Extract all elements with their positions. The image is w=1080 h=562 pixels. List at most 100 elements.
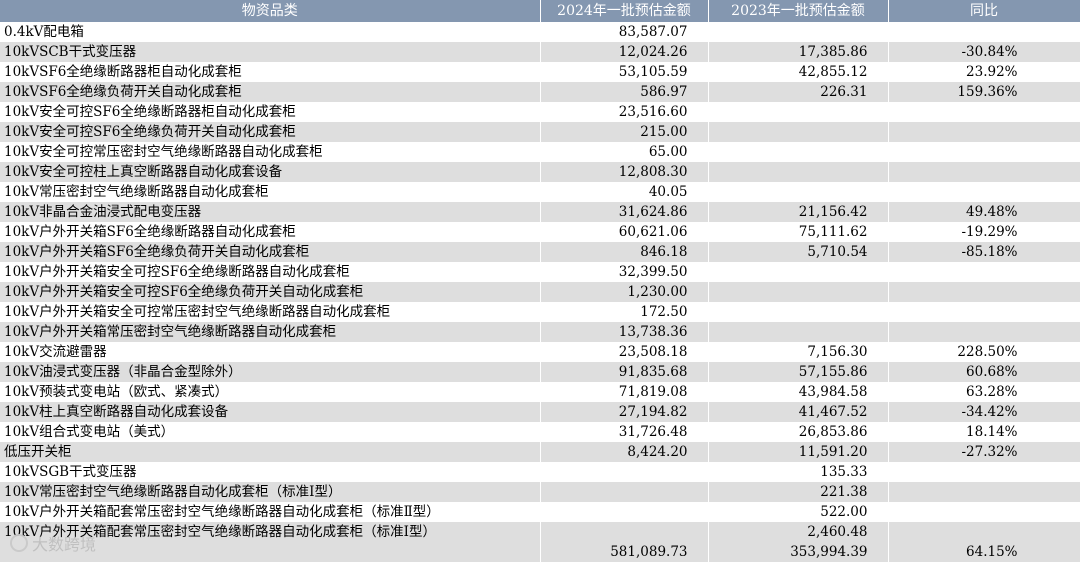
cell-category: 10kV常压密封空气绝缘断路器自动化成套柜（标准Ⅰ型） xyxy=(0,482,541,502)
cell-2023: 353,994.39 xyxy=(708,542,889,562)
cell-2024: 23,516.60 xyxy=(540,102,709,122)
header-2024: 2024年一批预估金额 xyxy=(540,0,709,22)
cell-yoy xyxy=(888,162,1080,182)
cell-2023: 522.00 xyxy=(708,502,889,522)
cell-2024: 586.97 xyxy=(540,82,709,102)
cell-2024 xyxy=(540,522,709,542)
cell-category: 10kV非晶合金油浸式配电变压器 xyxy=(0,202,541,222)
table-row: 10kVSF6全绝缘断路器柜自动化成套柜 53,105.59 42,855.12 23… xyxy=(0,62,1080,82)
cell-yoy: 60.68% xyxy=(888,362,1080,382)
table-row: 10kV安全可控SF6全绝缘负荷开关自动化成套柜 215.00 xyxy=(0,122,1080,142)
cell-category: 10kV户外开关箱常压密封空气绝缘断路器自动化成套柜 xyxy=(0,322,541,342)
table-row: 10kVSCB干式变压器 12,024.26 17,385.86 -30.84% xyxy=(0,42,1080,62)
cell-yoy: 49.48% xyxy=(888,202,1080,222)
header-2023: 2023年一批预估金额 xyxy=(708,0,889,22)
cell-2023 xyxy=(708,182,889,202)
cell-2023: 41,467.52 xyxy=(708,402,889,422)
table-row: 10kV常压密封空气绝缘断路器自动化成套柜 40.05 xyxy=(0,182,1080,202)
cell-2024: 12,808.30 xyxy=(540,162,709,182)
table-row: 10kV组合式变电站（美式） 31,726.48 26,853.86 18.14% xyxy=(0,422,1080,442)
cell-2023 xyxy=(708,142,889,162)
cell-yoy: 228.50% xyxy=(888,342,1080,362)
table-row: 10kV户外开关箱安全可控SF6全绝缘断路器自动化成套柜 32,399.50 xyxy=(0,262,1080,282)
cell-yoy xyxy=(888,122,1080,142)
cell-2024: 65.00 xyxy=(540,142,709,162)
table-row: 10kVSGB干式变压器 135.33 xyxy=(0,462,1080,482)
cell-2024: 32,399.50 xyxy=(540,262,709,282)
table-row: 10kV交流避雷器 23,508.18 7,156.30 228.50% xyxy=(0,342,1080,362)
cell-category: 10kV户外开关箱SF6全绝缘断路器自动化成套柜 xyxy=(0,222,541,242)
cell-2024: 215.00 xyxy=(540,122,709,142)
table-row: 10kV预装式变电站（欧式、紧凑式） 71,819.08 43,984.58 63.2… xyxy=(0,382,1080,402)
cell-yoy: -85.18% xyxy=(888,242,1080,262)
cell-yoy xyxy=(888,262,1080,282)
cell-2023 xyxy=(708,162,889,182)
cell-2024: 12,024.26 xyxy=(540,42,709,62)
cell-yoy: 18.14% xyxy=(888,422,1080,442)
table-row: 0.4kV配电箱 83,587.07 xyxy=(0,22,1080,42)
cell-category: 10kV户外开关箱安全可控常压密封空气绝缘断路器自动化成套柜 xyxy=(0,302,541,322)
table-row: 10kV非晶合金油浸式配电变压器 31,624.86 21,156.42 49.48% xyxy=(0,202,1080,222)
watermark-text: 大数跨境 xyxy=(32,535,97,554)
watermark: 大数跨境 xyxy=(10,531,96,555)
table-row: 10kV柱上真空断路器自动化成套设备 27,194.82 41,467.52 -34.… xyxy=(0,402,1080,422)
cell-yoy xyxy=(888,22,1080,42)
cell-category: 10kV组合式变电站（美式） xyxy=(0,422,541,442)
watermark-logo-icon xyxy=(10,534,28,552)
cell-yoy: -30.84% xyxy=(888,42,1080,62)
cell-2024: 23,508.18 xyxy=(540,342,709,362)
cell-2023: 21,156.42 xyxy=(708,202,889,222)
header-category: 物资品类 xyxy=(0,0,541,22)
cell-category: 10kVSF6全绝缘断路器柜自动化成套柜 xyxy=(0,62,541,82)
cell-2024 xyxy=(540,462,709,482)
total-row: 581,089.73 353,994.39 64.15% xyxy=(0,542,1080,562)
cell-2023: 2,460.48 xyxy=(708,522,889,542)
cell-yoy xyxy=(888,182,1080,202)
cell-2023 xyxy=(708,122,889,142)
cell-category: 10kVSF6全绝缘负荷开关自动化成套柜 xyxy=(0,82,541,102)
cell-2024: 1,230.00 xyxy=(540,282,709,302)
table-row: 10kV户外开关箱配套常压密封空气绝缘断路器自动化成套柜（标准Ⅱ型） 522.00 xyxy=(0,502,1080,522)
cell-category: 低压开关柜 xyxy=(0,442,541,462)
cell-yoy xyxy=(888,102,1080,122)
table-row: 10kV安全可控SF6全绝缘断路器柜自动化成套柜 23,516.60 xyxy=(0,102,1080,122)
cell-2024: 83,587.07 xyxy=(540,22,709,42)
table-row: 低压开关柜 8,424.20 11,591.20 -27.32% xyxy=(0,442,1080,462)
table-row: 10kVSF6全绝缘负荷开关自动化成套柜 586.97 226.31 159.36% xyxy=(0,82,1080,102)
cell-2023: 5,710.54 xyxy=(708,242,889,262)
cell-yoy: 159.36% xyxy=(888,82,1080,102)
cell-2024: 846.18 xyxy=(540,242,709,262)
cell-yoy: -19.29% xyxy=(888,222,1080,242)
cell-yoy: 63.28% xyxy=(888,382,1080,402)
cell-2024: 172.50 xyxy=(540,302,709,322)
cell-category: 10kV户外开关箱SF6全绝缘负荷开关自动化成套柜 xyxy=(0,242,541,262)
cell-category: 0.4kV配电箱 xyxy=(0,22,541,42)
cell-2023: 57,155.86 xyxy=(708,362,889,382)
cell-yoy xyxy=(888,282,1080,302)
cell-category: 10kV常压密封空气绝缘断路器自动化成套柜 xyxy=(0,182,541,202)
cell-2023: 221.38 xyxy=(708,482,889,502)
cell-2023: 43,984.58 xyxy=(708,382,889,402)
table-row: 10kV户外开关箱SF6全绝缘负荷开关自动化成套柜 846.18 5,710.54-… xyxy=(0,242,1080,262)
cell-2023: 7,156.30 xyxy=(708,342,889,362)
table-row: 10kV户外开关箱安全可控常压密封空气绝缘断路器自动化成套柜 172.50 xyxy=(0,302,1080,322)
cell-2024 xyxy=(540,502,709,522)
cell-category: 10kV安全可控SF6全绝缘断路器柜自动化成套柜 xyxy=(0,102,541,122)
cell-2023: 226.31 xyxy=(708,82,889,102)
cell-2023 xyxy=(708,282,889,302)
cell-2023: 135.33 xyxy=(708,462,889,482)
table-row: 10kV户外开关箱SF6全绝缘断路器自动化成套柜 60,621.06 75,111.… xyxy=(0,222,1080,242)
cell-category: 10kV安全可控SF6全绝缘负荷开关自动化成套柜 xyxy=(0,122,541,142)
cell-category: 10kV安全可控柱上真空断路器自动化成套设备 xyxy=(0,162,541,182)
cell-yoy xyxy=(888,462,1080,482)
cell-category: 10kV安全可控常压密封空气绝缘断路器自动化成套柜 xyxy=(0,142,541,162)
cell-2024: 8,424.20 xyxy=(540,442,709,462)
cell-yoy: -34.42% xyxy=(888,402,1080,422)
cell-yoy xyxy=(888,522,1080,542)
cell-2023 xyxy=(708,302,889,322)
cell-2024: 13,738.36 xyxy=(540,322,709,342)
cell-category: 10kVSGB干式变压器 xyxy=(0,462,541,482)
cell-yoy xyxy=(888,302,1080,322)
cell-category: 10kV户外开关箱配套常压密封空气绝缘断路器自动化成套柜（标准Ⅱ型） xyxy=(0,502,541,522)
cell-2023 xyxy=(708,262,889,282)
